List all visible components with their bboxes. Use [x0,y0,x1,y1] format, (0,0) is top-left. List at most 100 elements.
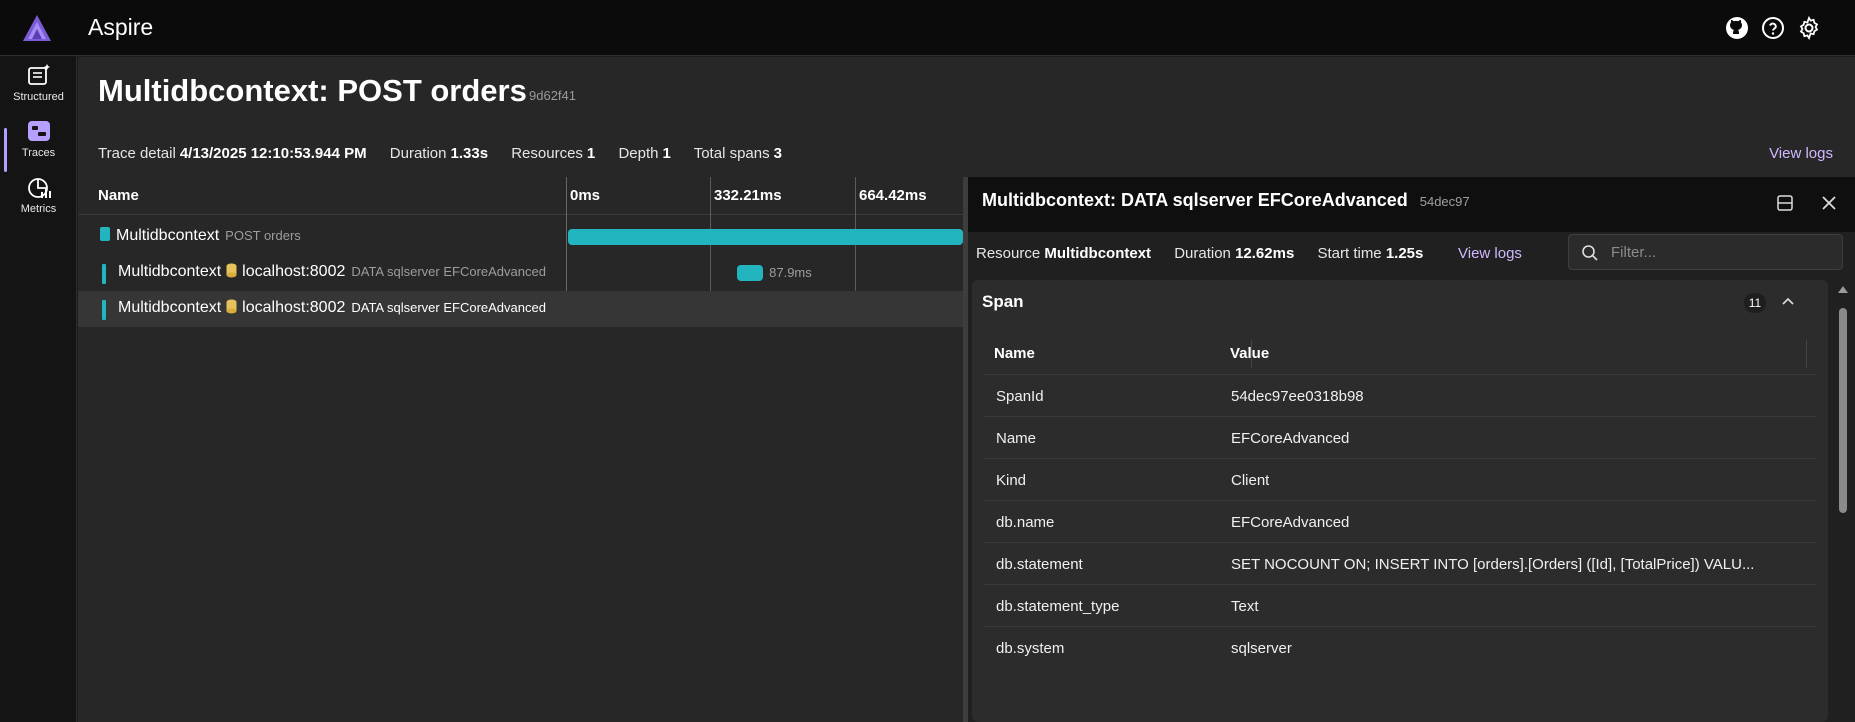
detail-actions [1775,193,1839,213]
attribute-name: db.statement_type [996,598,1120,615]
span-indent-bar [102,264,106,284]
metrics-icon [27,178,51,198]
span-bar[interactable] [737,265,764,281]
github-icon[interactable] [1725,16,1749,40]
timeline-header: Name 0ms 332.21ms 664.42ms [78,177,963,215]
trace-timeline: Name 0ms 332.21ms 664.42ms Multidbcontex… [78,177,963,722]
chevron-up-icon[interactable] [1780,294,1796,310]
depth-value: 1 [662,145,671,162]
attribute-value: SET NOCOUNT ON; INSERT INTO [orders].[Or… [1231,556,1755,573]
filter-placeholder: Filter... [1611,244,1657,261]
span-resource: Multidbcontext [118,299,222,316]
span-indent-bar [102,300,106,320]
aspire-logo-icon[interactable] [22,14,52,42]
scroll-up-arrow-icon[interactable] [1838,286,1848,293]
span-resource: Multidbcontext [116,227,220,244]
trace-id: 9d62f41 [529,88,576,103]
project-icon [100,227,110,241]
top-icons [1725,15,1821,41]
detail-duration-label: Duration [1174,245,1231,262]
detail-title: Multidbcontext: DATA sqlserver EFCoreAdv… [982,190,1408,210]
sidebar-item-traces[interactable]: Traces [0,118,77,174]
table-row[interactable]: SpanId 54dec97ee0318b98 [984,374,1816,416]
sidebar-item-label: Traces [21,147,56,159]
span-row[interactable]: Multidbcontext POST orders [78,219,963,255]
trace-detail-label: Trace detail [98,145,176,162]
span-operation: POST orders [225,228,301,243]
sidebar: Structured Traces Metrics [0,56,77,722]
attribute-count-badge: 11 [1744,293,1766,313]
page-title: Multidbcontext: POST orders [98,73,527,108]
table-row[interactable]: db.statement_type Text [984,584,1816,626]
table-row[interactable]: db.statement SET NOCOUNT ON; INSERT INTO … [984,542,1816,584]
sidebar-item-structured[interactable]: Structured [0,62,77,118]
value-column-header: Value [1230,345,1270,362]
sidebar-item-label: Metrics [20,203,57,215]
resources-value: 1 [586,145,596,162]
detail-duration-value: 12.62ms [1235,245,1295,262]
attribute-name: Name [996,430,1037,447]
attribute-value: Client [1231,472,1270,489]
detail-header: Multidbcontext: DATA sqlserver EFCoreAdv… [968,177,1855,232]
view-logs-link[interactable]: View logs [1769,145,1833,162]
attribute-name: db.statement [996,556,1083,573]
duration-value: 1.33s [450,145,489,162]
span-operation: DATA sqlserver EFCoreAdvanced [351,264,546,279]
name-column-header: Name [98,187,139,204]
attribute-value: 54dec97ee0318b98 [1231,388,1364,405]
search-icon [1582,245,1598,261]
tick-label: 664.42ms [859,187,927,204]
span-attributes-section: Span 11 Name Value SpanId 54dec97ee0318b9… [972,280,1828,722]
detail-scrollbar[interactable] [1836,280,1850,722]
span-peer: localhost:8002 [242,299,346,316]
attribute-name: db.name [996,514,1055,531]
attribute-name: Kind [996,472,1027,489]
table-row[interactable]: Kind Client [984,458,1816,500]
traces-icon [27,121,50,141]
span-peer: localhost:8002 [242,263,346,280]
tick-label: 0ms [570,187,601,204]
filter-input[interactable]: Filter... [1568,234,1843,270]
database-icon [226,263,237,278]
span-row[interactable]: Multidbcontext localhost:8002 DATA sqlserv… [78,255,963,291]
detail-resource-value: Multidbcontext [1044,245,1152,262]
section-title[interactable]: Span [982,292,1024,312]
detail-view-logs-link[interactable]: View logs [1458,245,1522,262]
total-spans-label: Total spans [693,145,770,162]
duration-label: Duration [389,145,447,162]
column-divider[interactable] [1806,340,1807,368]
attribute-value: Text [1231,598,1259,615]
span-operation: DATA sqlserver EFCoreAdvanced [351,300,546,315]
tick-label: 332.21ms [714,187,782,204]
detail-meta: Resource Multidbcontext Duration 12.62ms… [976,245,1442,262]
help-icon[interactable] [1761,16,1785,40]
trace-meta: Trace detail 4/13/2025 12:10:53.944 PM Du… [98,145,801,162]
trace-detail-value: 4/13/2025 12:10:53.944 PM [179,145,367,162]
table-row[interactable]: db.system sqlserver [984,626,1816,668]
detail-resource-label: Resource [976,245,1041,262]
database-icon [226,299,237,314]
split-orientation-icon[interactable] [1775,193,1795,213]
total-spans-value: 3 [773,145,782,162]
resources-label: Resources [511,145,583,162]
detail-start-value: 1.25s [1385,245,1424,262]
attribute-value: sqlserver [1231,640,1292,657]
detail-span-id: 54dec97 [1419,194,1470,209]
app-title[interactable]: Aspire [88,14,153,41]
structured-logs-icon [27,64,50,85]
span-resource: Multidbcontext [118,263,222,280]
attribute-name: db.system [996,640,1065,657]
table-row[interactable]: db.name EFCoreAdvanced [984,500,1816,542]
table-row[interactable]: Name EFCoreAdvanced [984,416,1816,458]
attribute-value: EFCoreAdvanced [1231,514,1350,531]
span-bar[interactable] [568,229,963,245]
top-bar: Aspire [0,0,1855,56]
span-row-selected[interactable]: Multidbcontext localhost:8002 DATA sqlserv… [78,291,963,327]
scrollbar-thumb[interactable] [1839,308,1847,513]
attribute-value: EFCoreAdvanced [1231,430,1350,447]
name-column-header: Name [994,345,1035,362]
settings-icon[interactable] [1797,15,1821,41]
close-icon[interactable] [1819,193,1839,213]
sidebar-item-metrics[interactable]: Metrics [0,174,77,230]
sidebar-item-label: Structured [13,91,64,103]
